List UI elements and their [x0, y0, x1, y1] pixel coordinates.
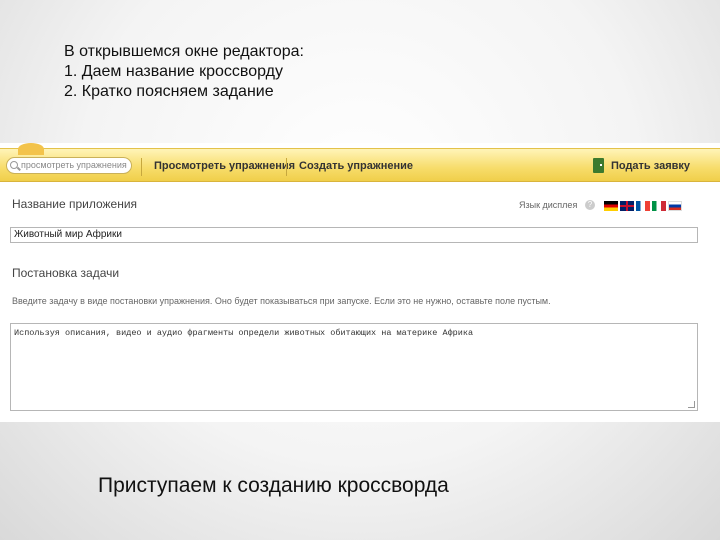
german-flag-icon[interactable] [604, 201, 618, 211]
language-label: Язык дисплея [519, 200, 578, 210]
submit-request-button[interactable]: Подать заявку [592, 158, 690, 174]
task-textarea[interactable]: Используя описания, видео и аудио фрагме… [10, 323, 698, 411]
resize-handle-icon[interactable] [688, 401, 695, 408]
app-name-input[interactable]: Животный мир Африки [10, 227, 698, 243]
italian-flag-icon[interactable] [652, 201, 666, 211]
slide-intro-text: В открывшемся окне редактора: 1. Даем на… [64, 42, 304, 102]
uk-flag-icon[interactable] [620, 201, 634, 211]
french-flag-icon[interactable] [636, 201, 650, 211]
search-icon [10, 161, 18, 169]
intro-line-3: 2. Кратко поясняем задание [64, 83, 274, 100]
toolbar-divider [286, 158, 287, 176]
task-label: Постановка задачи [12, 266, 120, 280]
editor-screenshot: просмотреть упражнения Просмотреть упраж… [0, 143, 720, 422]
toolbar-divider [141, 158, 142, 176]
intro-line-1: В открывшемся окне редактора: [64, 43, 304, 60]
search-input[interactable]: просмотреть упражнения [6, 157, 132, 174]
intro-line-2: 1. Даем название кроссворду [64, 63, 283, 80]
app-name-label: Название приложения [12, 197, 138, 211]
slide-footer-text: Приступаем к созданию кроссворда [98, 474, 449, 497]
language-flags [604, 201, 684, 211]
search-placeholder: просмотреть упражнения [21, 160, 127, 170]
russian-flag-icon[interactable] [668, 201, 682, 211]
editor-toolbar: просмотреть упражнения Просмотреть упраж… [0, 143, 720, 182]
create-exercise-button[interactable]: Создать упражнение [299, 158, 413, 174]
help-icon[interactable]: ? [585, 200, 595, 210]
task-hint: Введите задачу в виде постановки упражне… [12, 296, 551, 306]
view-exercises-button[interactable]: Просмотреть упражнения [154, 158, 295, 174]
submit-request-label: Подать заявку [610, 160, 690, 172]
logo-icon [18, 143, 44, 155]
door-icon [592, 158, 604, 173]
task-text: Используя описания, видео и аудио фрагме… [14, 328, 474, 338]
